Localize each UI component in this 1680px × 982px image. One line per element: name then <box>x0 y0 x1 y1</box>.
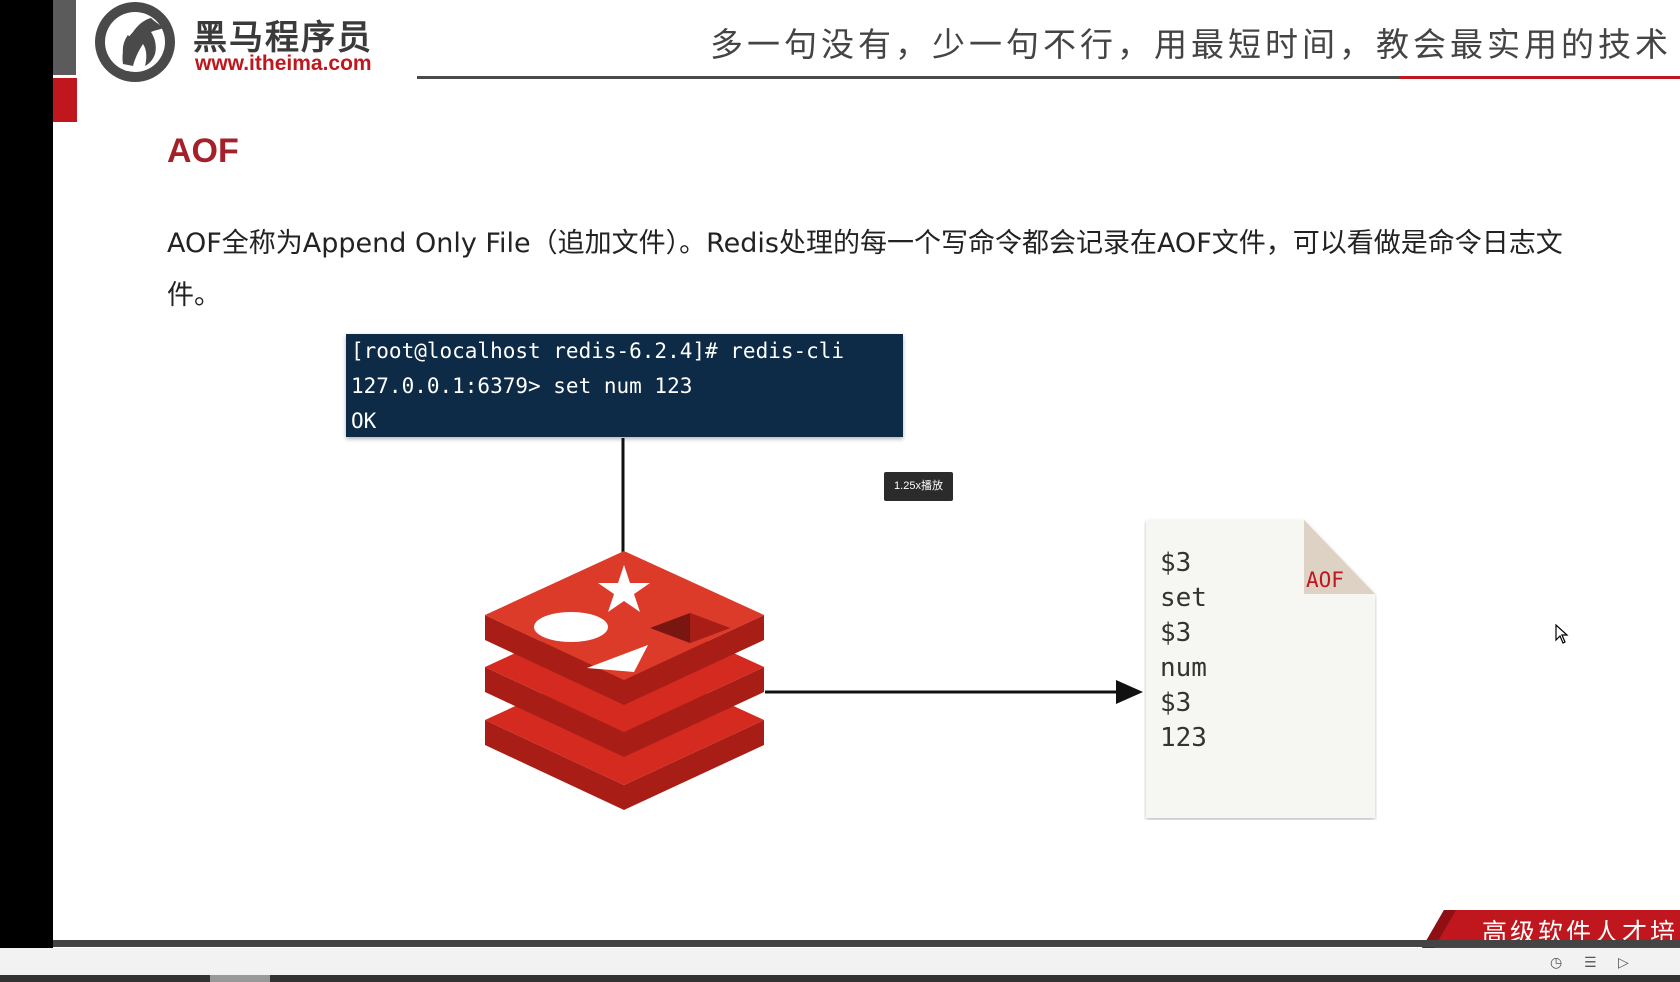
list-icon[interactable]: ☰ <box>1584 955 1600 971</box>
terminal-window: [root@localhost redis-6.2.4]# redis-cli … <box>346 334 903 437</box>
logo-url: www.itheima.com <box>195 52 372 75</box>
clock-icon[interactable]: ◷ <box>1550 955 1566 971</box>
player-controls: ◷ ☰ ▷ <box>1550 950 1670 976</box>
play-icon[interactable]: ▷ <box>1618 955 1634 971</box>
aof-line: num <box>1160 653 1207 683</box>
aof-line: $3 <box>1160 688 1192 718</box>
video-progress-fill <box>210 975 270 982</box>
left-accent-gray <box>53 0 76 75</box>
horse-icon <box>122 18 163 66</box>
aof-line: $3 <box>1160 618 1192 648</box>
body-text-line-2: 件。 <box>167 280 221 311</box>
aof-diagram <box>485 438 1143 810</box>
aof-line: 123 <box>1160 723 1207 753</box>
header-slogan: 多一句没有，少一句不行，用最短时间，教会最实用的技术 <box>710 25 1672 64</box>
aof-line: set <box>1160 583 1207 613</box>
slide-bottom-bar <box>53 940 1680 947</box>
left-accent-red <box>53 78 77 122</box>
header-divider-accent <box>1400 76 1680 79</box>
aof-file-contents: $3 set $3 num $3 123 <box>1160 546 1207 756</box>
playback-speed-tooltip: 1.25x播放 <box>884 472 953 501</box>
aof-line: $3 <box>1160 548 1192 578</box>
left-black-bar <box>0 0 53 982</box>
slide-body-text: AOF全称为Append Only File（追加文件）。Redis处理的每一个… <box>167 218 1647 322</box>
arrow-pointer-icon <box>1555 624 1569 644</box>
aof-file-tag: AOF <box>1306 568 1344 592</box>
redis-logo-icon <box>485 551 764 810</box>
terminal-line: OK <box>351 409 377 433</box>
itheima-logo: 黑马程序员 www.itheima.com <box>95 0 395 82</box>
terminal-line: [root@localhost redis-6.2.4]# redis-cli <box>351 339 845 363</box>
terminal-line: 127.0.0.1:6379> set num 123 <box>351 374 693 398</box>
slide-title: AOF <box>167 132 239 170</box>
body-text-line-1: AOF全称为Append Only File（追加文件）。Redis处理的每一个… <box>167 228 1563 259</box>
